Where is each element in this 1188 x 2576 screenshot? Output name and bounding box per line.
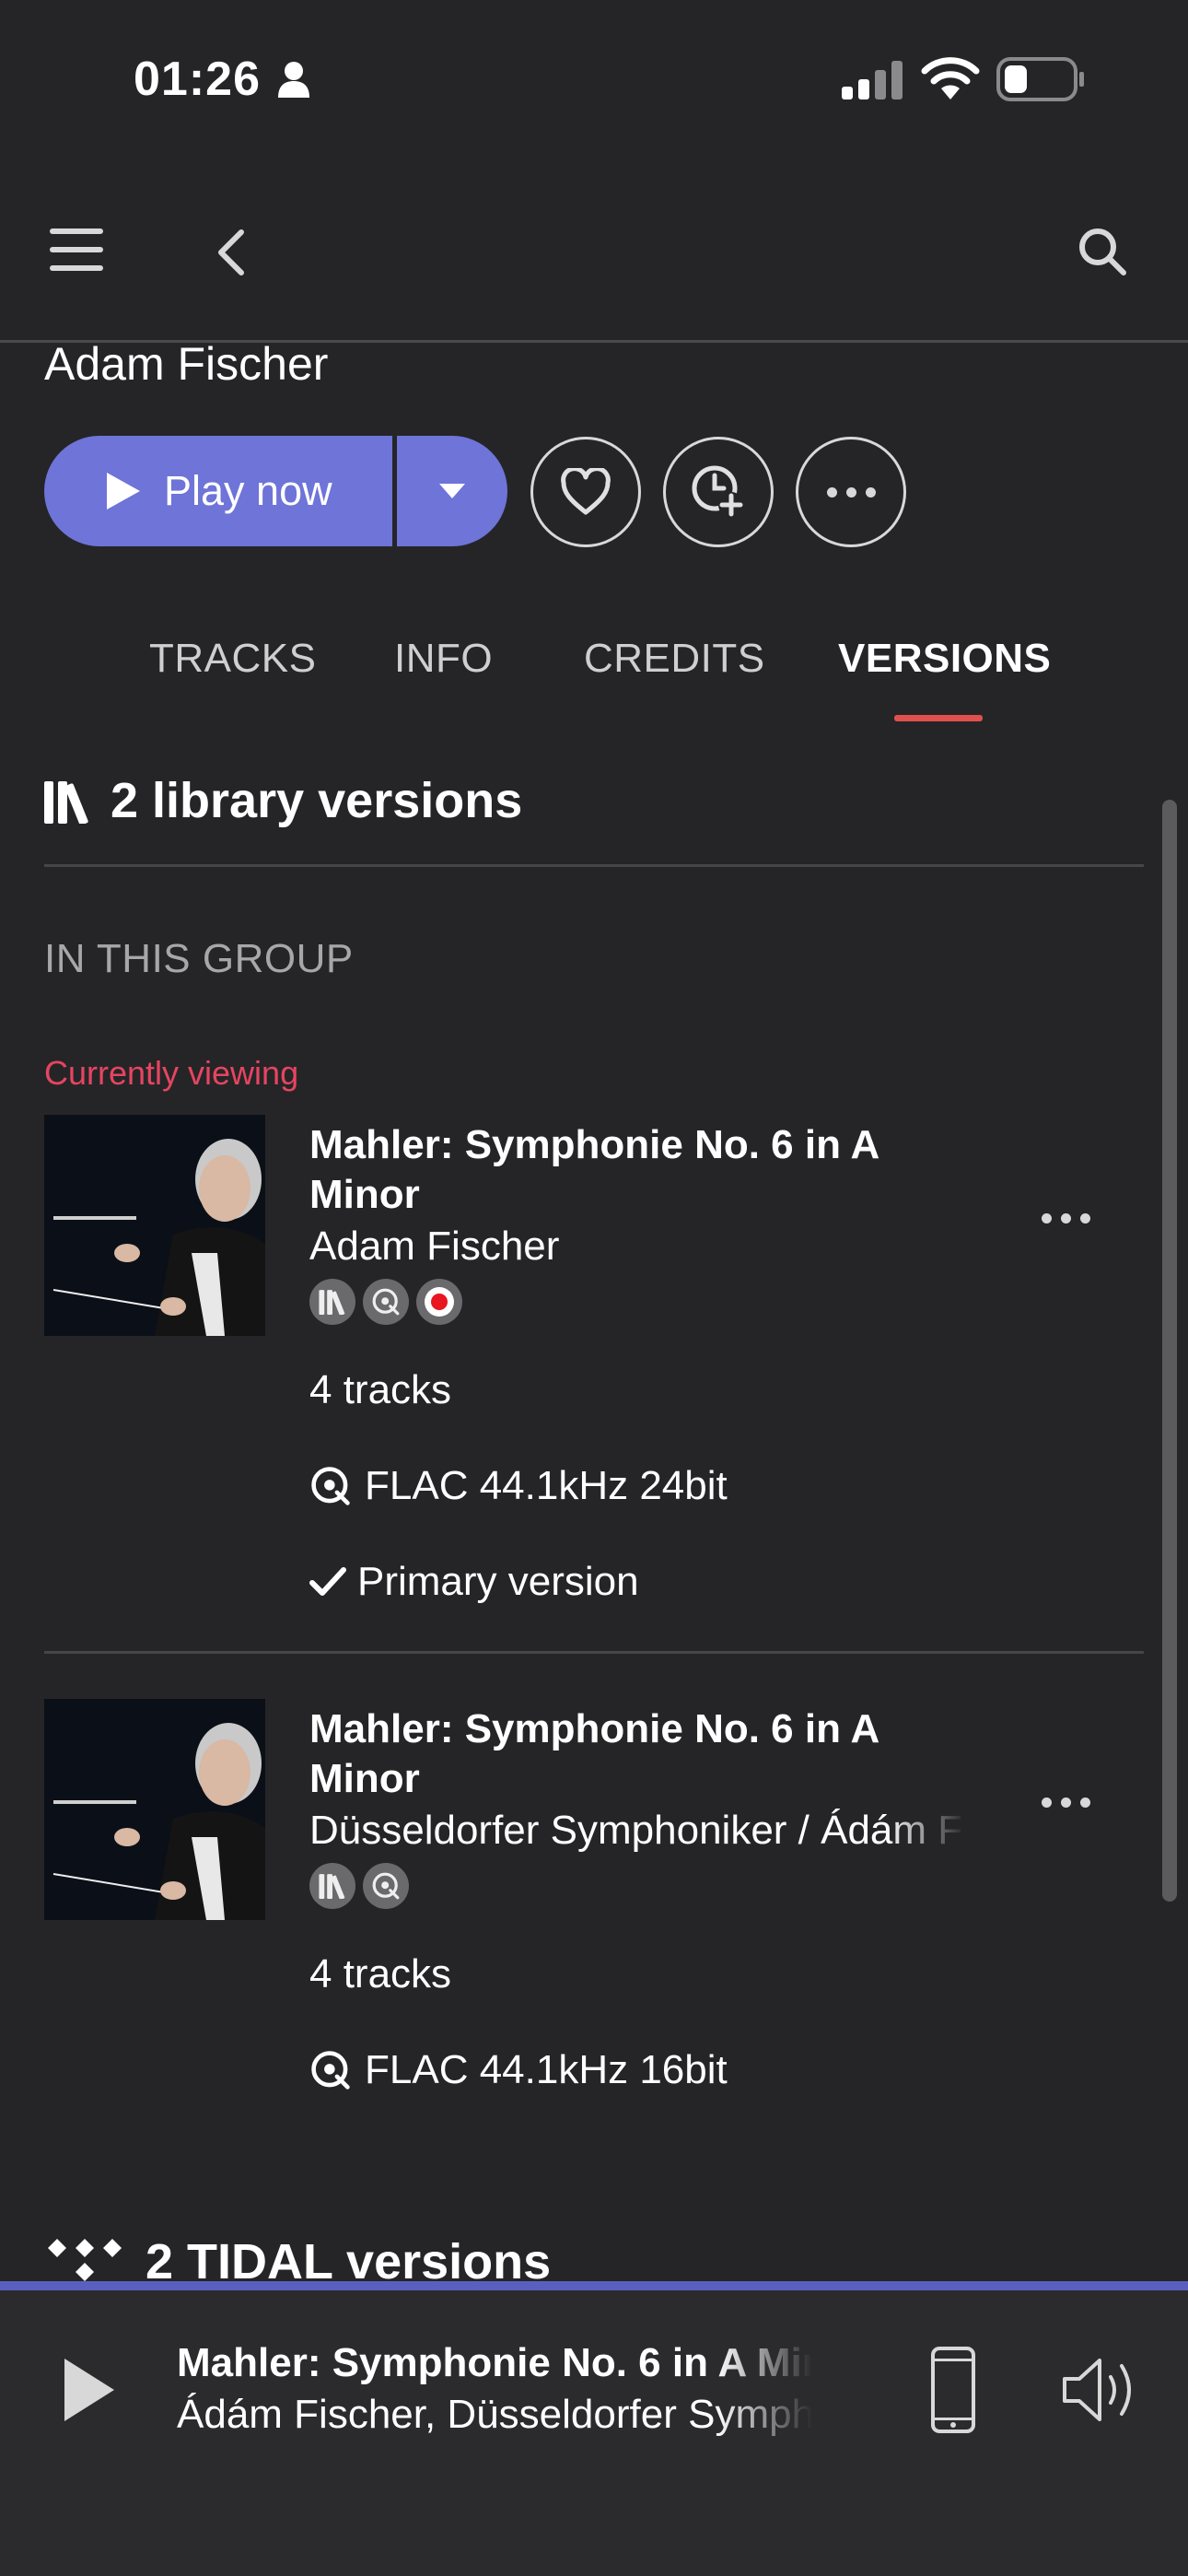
- version-1-primary: Primary version: [309, 1559, 639, 1605]
- add-to-queue-button[interactable]: [663, 437, 774, 547]
- tidal-icon: [48, 2239, 122, 2281]
- more-icon: [809, 474, 892, 510]
- phone-device-icon[interactable]: [930, 2346, 976, 2434]
- checkmark-icon: [309, 1567, 346, 1596]
- library-icon: [44, 781, 88, 824]
- favorite-button[interactable]: [530, 437, 641, 547]
- version-2-tracks: 4 tracks: [309, 1951, 452, 1996]
- section-divider: [44, 864, 1144, 867]
- more-options-button[interactable]: [796, 437, 906, 547]
- playback-progress-bar[interactable]: [0, 2281, 1188, 2290]
- version-divider: [44, 1651, 1144, 1654]
- back-icon[interactable]: [215, 228, 247, 276]
- tab-tracks[interactable]: TRACKS: [149, 636, 316, 682]
- qobuz-icon: [363, 1863, 409, 1909]
- qobuz-icon: [363, 1279, 409, 1325]
- version-1-artist[interactable]: Adam Fischer: [309, 1224, 973, 1270]
- play-now-label: Play now: [164, 467, 332, 514]
- library-icon: [309, 1279, 355, 1325]
- play-now-button[interactable]: Play now: [44, 436, 392, 546]
- person-icon: [278, 62, 309, 98]
- tab-info[interactable]: INFO: [394, 636, 493, 682]
- library-icon: [309, 1863, 355, 1909]
- heart-icon: [561, 468, 611, 515]
- version-1-title[interactable]: Mahler: Symphonie No. 6 in A Minor: [309, 1120, 908, 1220]
- group-label: IN THIS GROUP: [44, 936, 354, 981]
- version-2-more-icon[interactable]: [1024, 1784, 1107, 1821]
- play-icon[interactable]: [61, 2355, 118, 2425]
- version-2-format: FLAC 44.1kHz 16bit: [309, 2047, 728, 2093]
- scrollbar[interactable]: [1162, 800, 1177, 1902]
- battery-icon: [996, 57, 1084, 101]
- version-1-format-label: FLAC 44.1kHz 24bit: [365, 1463, 728, 1508]
- version-2-artist[interactable]: Düsseldorfer Symphoniker / Ádám Fischer: [309, 1808, 965, 1854]
- search-icon[interactable]: [1077, 227, 1127, 276]
- album-cover[interactable]: [44, 1699, 265, 1920]
- library-versions-title: 2 library versions: [111, 773, 523, 828]
- wifi-icon: [921, 57, 980, 100]
- qobuz-icon: [311, 1467, 350, 1505]
- recording-icon: [416, 1279, 462, 1325]
- chevron-down-icon: [439, 484, 465, 498]
- qobuz-icon: [311, 2051, 350, 2090]
- play-icon: [107, 473, 140, 509]
- version-2-format-label: FLAC 44.1kHz 16bit: [365, 2047, 728, 2092]
- primary-version-label: Primary version: [357, 1559, 639, 1604]
- album-cover[interactable]: [44, 1115, 265, 1336]
- tab-versions[interactable]: VERSIONS: [838, 636, 1051, 682]
- tab-credits[interactable]: CREDITS: [584, 636, 765, 682]
- status-time: 01:26: [134, 53, 261, 106]
- now-playing-title[interactable]: Mahler: Symphonie No. 6 in A Minor: [177, 2340, 812, 2386]
- version-1-tracks: 4 tracks: [309, 1367, 452, 1412]
- volume-icon[interactable]: [1061, 2353, 1144, 2427]
- menu-icon[interactable]: [50, 227, 103, 273]
- album-artist-heading[interactable]: Adam Fischer: [44, 337, 328, 391]
- version-1-more-icon[interactable]: [1024, 1200, 1107, 1236]
- clock-add-icon: [692, 465, 744, 518]
- version-1-format: FLAC 44.1kHz 24bit: [309, 1463, 728, 1509]
- play-options-dropdown[interactable]: [397, 436, 507, 546]
- active-tab-indicator: [894, 715, 983, 721]
- currently-viewing-label: Currently viewing: [44, 1054, 299, 1092]
- now-playing-artist[interactable]: Ádám Fischer, Düsseldorfer Symphoniker: [177, 2392, 812, 2438]
- signal-icon: [842, 61, 903, 100]
- version-2-title[interactable]: Mahler: Symphonie No. 6 in A Minor: [309, 1704, 908, 1804]
